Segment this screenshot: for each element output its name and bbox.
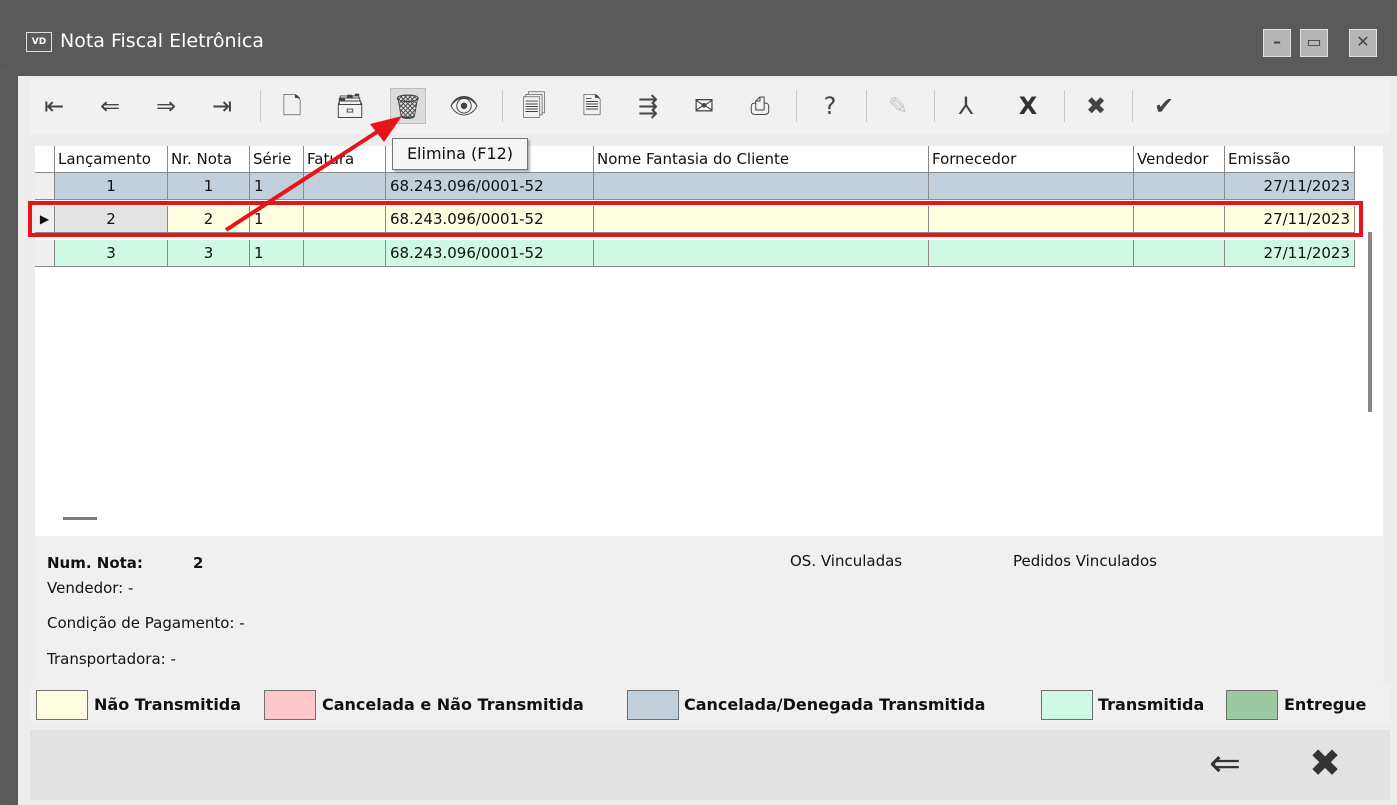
toolbar-separator xyxy=(1132,90,1133,122)
excel-export-button[interactable]: X xyxy=(1010,88,1046,124)
num-nota-value: 2 xyxy=(193,554,204,572)
toolbar-separator xyxy=(866,90,867,122)
row-indicator xyxy=(35,240,55,267)
selected-row-highlight-annotation xyxy=(28,201,1363,237)
last-record-button[interactable]: ⇥ xyxy=(204,88,240,124)
maximize-button[interactable]: ▭ xyxy=(1300,29,1328,57)
confirm-button[interactable]: ✔ xyxy=(1146,88,1182,124)
toolbar-separator xyxy=(796,90,797,122)
cell-emissao: 27/11/2023 xyxy=(1225,240,1355,267)
delete-button[interactable]: 🗑 xyxy=(390,88,426,124)
transmit-button[interactable]: ⇶ xyxy=(630,88,666,124)
window-title: Nota Fiscal Eletrônica xyxy=(60,30,264,52)
app-icon: VD xyxy=(26,32,52,52)
edit-button[interactable]: 🗃 xyxy=(332,88,368,124)
legend-label-nao-transmitida: Não Transmitida xyxy=(94,695,242,714)
legend-swatch-nao-transmitida xyxy=(36,690,88,720)
cell-cnpj: 68.243.096/0001-52 xyxy=(386,240,594,267)
nfe-action-button[interactable]: 🗎 xyxy=(574,88,610,124)
close-button[interactable]: ✖ xyxy=(1300,738,1350,788)
legend-swatch-transmitida xyxy=(1041,690,1093,720)
cell-nome-fantasia xyxy=(594,240,929,267)
legend-swatch-cancelada-denegada xyxy=(627,690,679,720)
legend-swatch-cancelada-nao-transmitida xyxy=(264,690,316,720)
print-button[interactable]: ⎙ xyxy=(742,88,778,124)
os-vinculadas-label: OS. Vinculadas xyxy=(790,552,903,570)
edit-disabled-button: ✎ xyxy=(887,92,909,120)
column-header-vendedor[interactable]: Vendedor xyxy=(1134,146,1225,173)
cancel-toolbar-button[interactable]: ✖ xyxy=(1078,88,1114,124)
legend-label-entregue: Entregue xyxy=(1284,695,1367,714)
column-header-lancamento[interactable]: Lançamento xyxy=(55,146,168,173)
previous-record-button[interactable]: ⇐ xyxy=(92,88,128,124)
back-button[interactable]: ⇐ xyxy=(1200,738,1250,788)
table-row[interactable]: 3 3 1 68.243.096/0001-52 27/11/2023 xyxy=(35,240,1355,267)
cell-fornecedor xyxy=(929,173,1134,200)
first-record-button[interactable]: ⇤ xyxy=(36,88,72,124)
cancel-nfe-button[interactable]: 🗐 xyxy=(516,88,552,124)
cell-cnpj: 68.243.096/0001-52 xyxy=(386,173,594,200)
new-button[interactable]: 🗋 xyxy=(274,88,310,124)
legend-label-cancelada-nao-transmitida: Cancelada e Não Transmitida xyxy=(322,695,584,714)
row-indicator xyxy=(35,173,55,200)
num-nota-label: Num. Nota: xyxy=(47,554,143,572)
next-record-button[interactable]: ⇒ xyxy=(148,88,184,124)
cell-nome-fantasia xyxy=(594,173,929,200)
legend-label-cancelada-denegada: Cancelada/Denegada Transmitida xyxy=(684,695,986,714)
cell-lancamento: 1 xyxy=(55,173,168,200)
column-header-nr-nota[interactable]: Nr. Nota xyxy=(168,146,250,173)
legend-label-transmitida: Transmitida xyxy=(1098,695,1205,714)
pdf-export-button[interactable]: ⅄ xyxy=(948,88,984,124)
bottom-bar: ⇐ ✖ xyxy=(30,730,1390,800)
column-header-fatura[interactable]: Fatura xyxy=(304,146,386,173)
cell-serie: 1 xyxy=(250,240,304,267)
pedidos-vinculados-label: Pedidos Vinculados xyxy=(1013,552,1157,570)
column-header-nome-fantasia[interactable]: Nome Fantasia do Cliente xyxy=(594,146,929,173)
cell-fatura xyxy=(304,173,386,200)
column-header-indicator xyxy=(35,146,55,173)
cell-nr-nota: 3 xyxy=(168,240,250,267)
cell-emissao: 27/11/2023 xyxy=(1225,173,1355,200)
cell-lancamento: 3 xyxy=(55,240,168,267)
toolbar-separator xyxy=(1064,90,1065,122)
vendedor-label: Vendedor: - xyxy=(47,579,134,597)
toolbar-separator xyxy=(260,90,261,122)
legend-swatch-entregue xyxy=(1226,690,1278,720)
column-header-emissao[interactable]: Emissão xyxy=(1225,146,1355,173)
condicao-pagamento-label: Condição de Pagamento: - xyxy=(47,614,245,632)
details-panel: Num. Nota: 2 Vendedor: - Condição de Pag… xyxy=(35,536,1383,682)
minimize-button[interactable]: – xyxy=(1263,29,1291,57)
cell-fatura xyxy=(304,240,386,267)
toolbar-separator xyxy=(502,90,503,122)
cell-serie: 1 xyxy=(250,173,304,200)
help-button[interactable]: ? xyxy=(812,88,848,124)
status-legend: Não Transmitida Cancelada e Não Transmit… xyxy=(30,683,1390,723)
view-button[interactable]: 👁 xyxy=(446,88,482,124)
title-bar[interactable]: VD Nota Fiscal Eletrônica – ▭ ✕ xyxy=(0,0,1397,70)
transportadora-label: Transportadora: - xyxy=(47,650,176,668)
delete-tooltip: Elimina (F12) xyxy=(392,138,528,170)
cell-vendedor xyxy=(1134,173,1225,200)
mail-button[interactable]: ✉ xyxy=(686,88,722,124)
toolbar: ⇤ ⇐ ⇒ ⇥ 🗋 🗃 🗑 👁 🗐 🗎 ⇶ ✉ ⎙ ? ✎ ⅄ X ✖ ✔ xyxy=(30,78,1390,134)
cell-fornecedor xyxy=(929,240,1134,267)
close-window-button[interactable]: ✕ xyxy=(1349,29,1377,57)
table-row[interactable]: 1 1 1 68.243.096/0001-52 27/11/2023 xyxy=(35,173,1355,200)
vertical-scrollbar[interactable] xyxy=(1368,232,1372,412)
cell-vendedor xyxy=(1134,240,1225,267)
panel-splitter-handle[interactable] xyxy=(63,517,97,520)
column-header-serie[interactable]: Série xyxy=(250,146,304,173)
toolbar-separator xyxy=(934,90,935,122)
cell-nr-nota: 1 xyxy=(168,173,250,200)
column-header-fornecedor[interactable]: Fornecedor xyxy=(929,146,1134,173)
